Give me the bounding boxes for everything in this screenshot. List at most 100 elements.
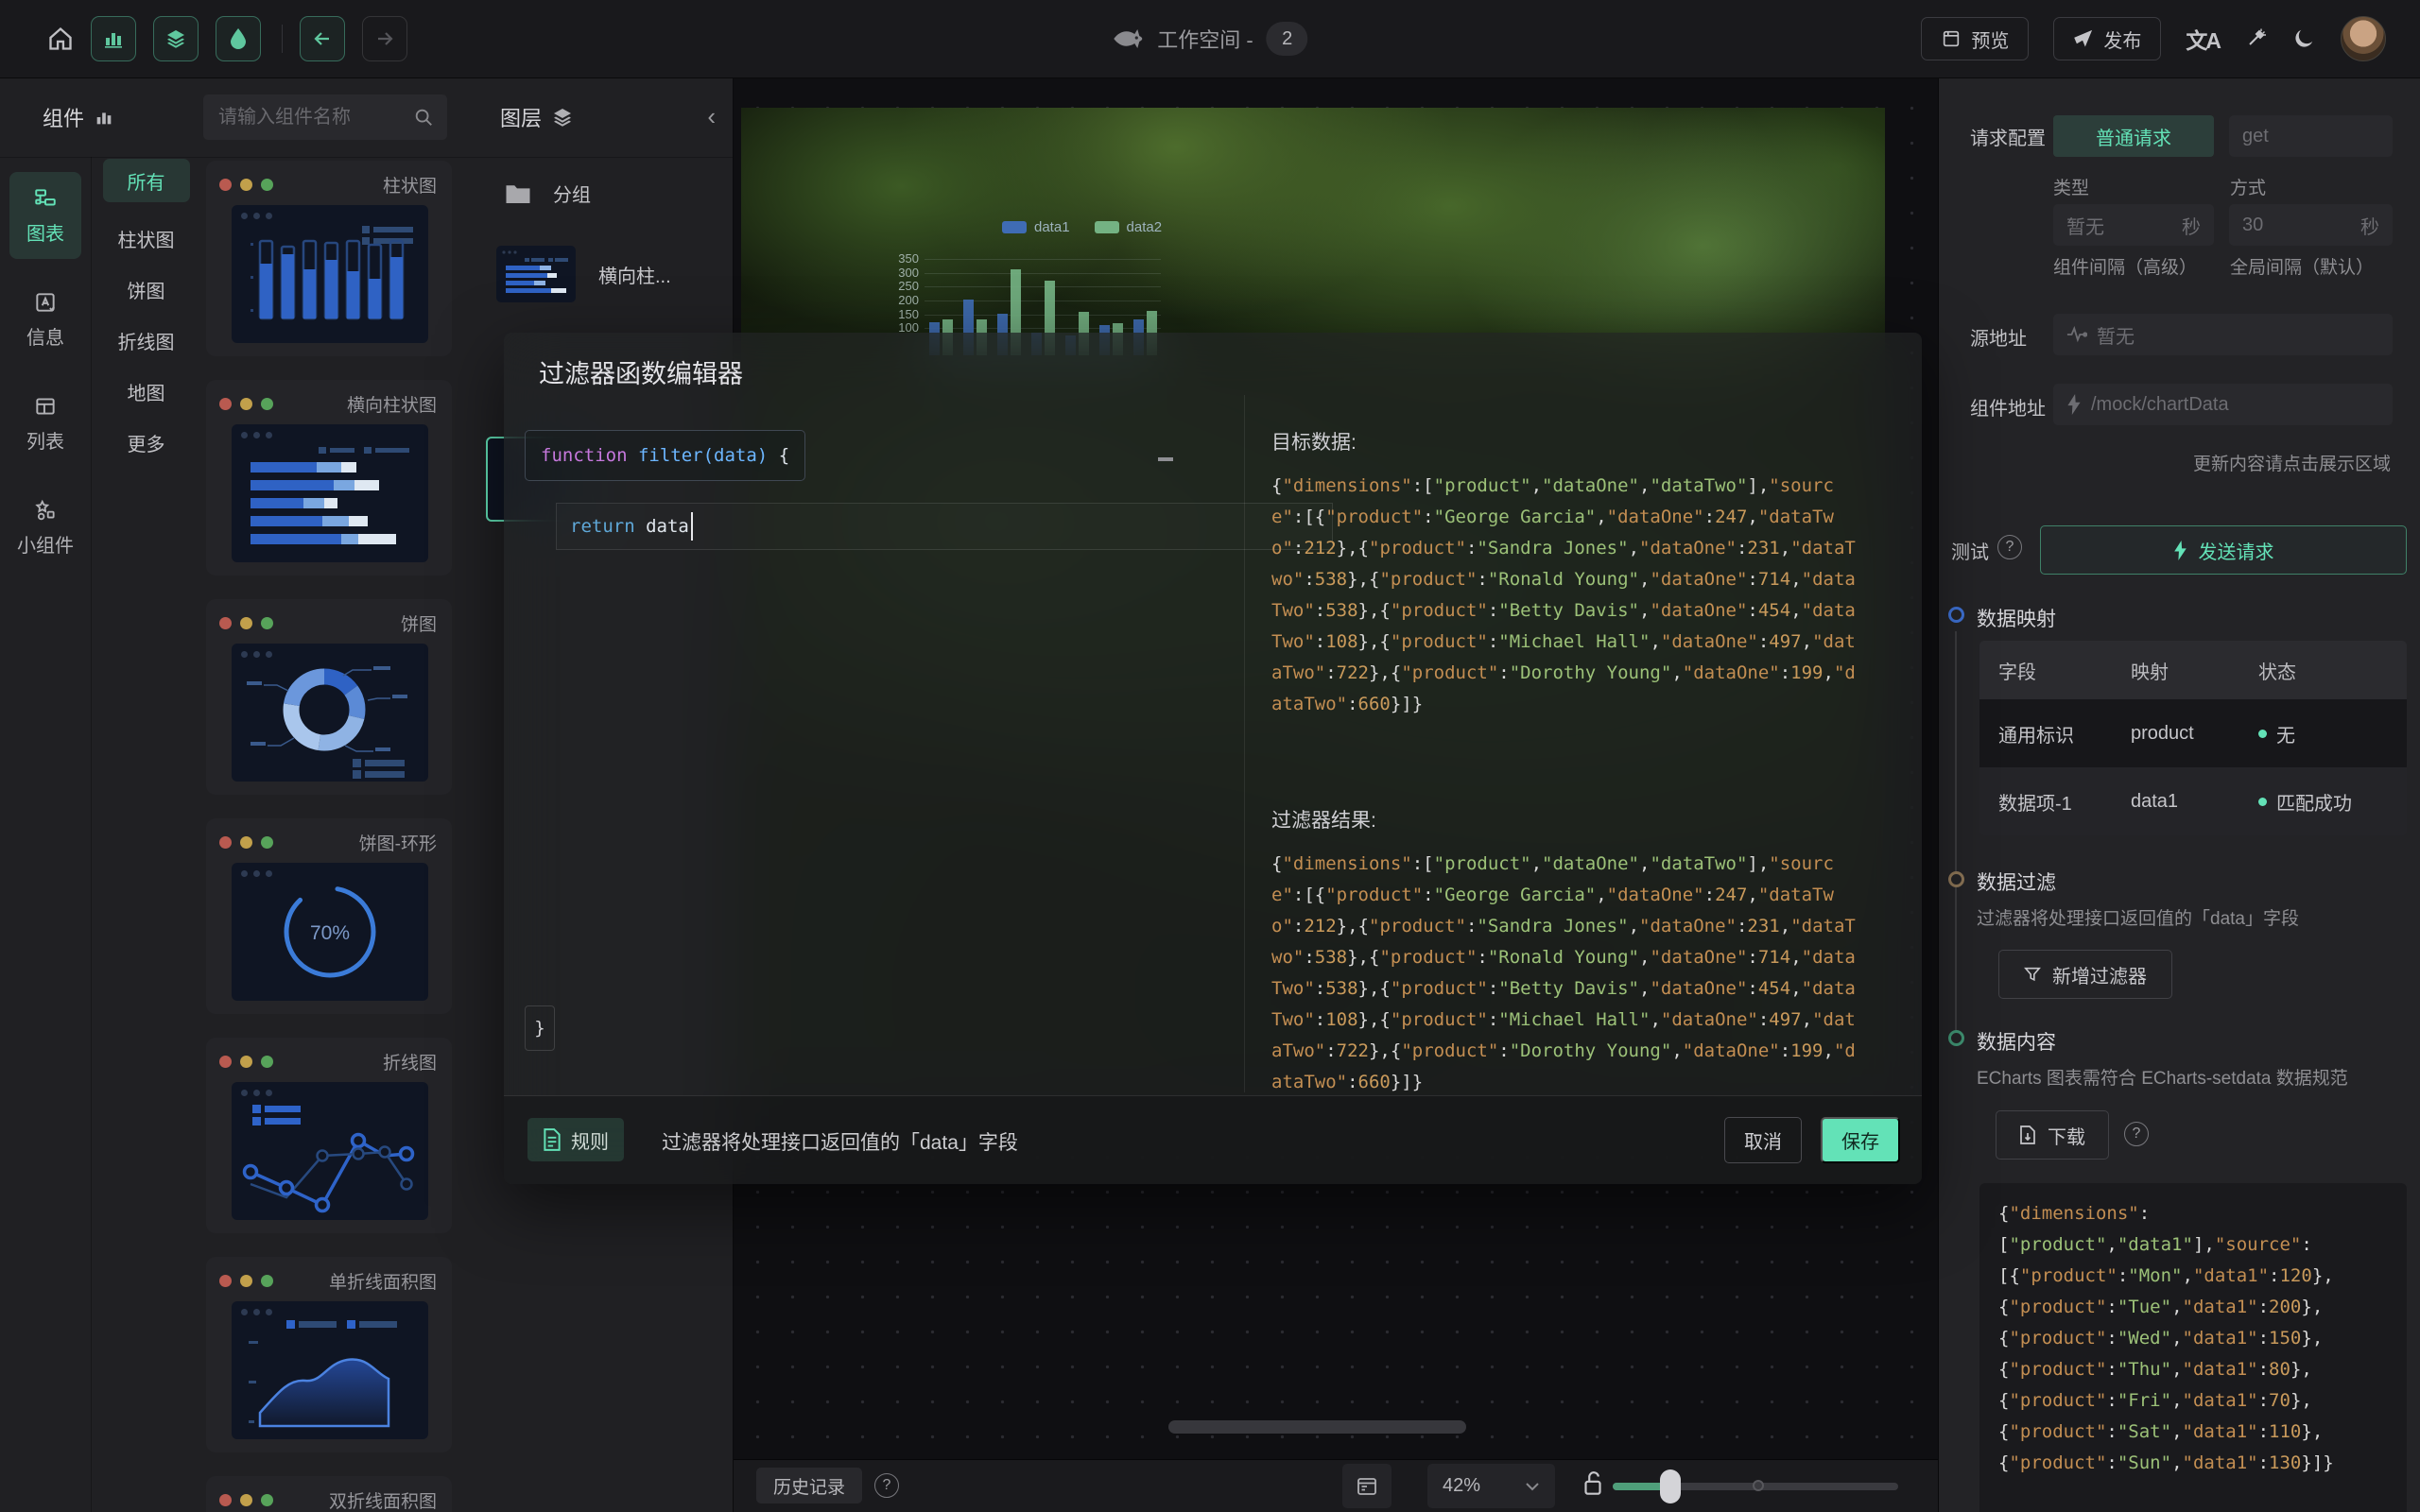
help-icon[interactable]: ?: [2124, 1122, 2149, 1146]
tab-info[interactable]: 信息: [9, 276, 81, 363]
line-chart-thumbnail: [232, 1082, 428, 1220]
send-request-button[interactable]: 发送请求: [2040, 525, 2407, 575]
modal-title: 过滤器函数编辑器: [539, 353, 743, 390]
component-url-input[interactable]: /mock/chartData: [2053, 384, 2393, 425]
code-scrollbar-thumb[interactable]: [1158, 457, 1173, 461]
timeline-dot-filter: [1948, 871, 1964, 887]
add-filter-button[interactable]: 新增过滤器: [1998, 950, 2172, 999]
tab-charts[interactable]: 图表: [9, 172, 81, 259]
code-open-brace: {: [779, 445, 789, 466]
data-content-json-box[interactable]: {"dimensions": ["product","data1"],"sour…: [1979, 1183, 2407, 1512]
component-card-pie[interactable]: 饼图: [206, 599, 452, 795]
save-button[interactable]: 保存: [1821, 1117, 1900, 1163]
component-search-box[interactable]: [203, 94, 447, 140]
category-all[interactable]: 所有: [103, 159, 190, 202]
help-icon[interactable]: ?: [874, 1473, 899, 1498]
detail-list-button[interactable]: [1342, 1464, 1392, 1508]
global-interval-label: 全局间隔（默认）: [2230, 253, 2374, 279]
timeline-dot-content: [1948, 1030, 1964, 1046]
tab-widgets-label: 小组件: [17, 530, 74, 558]
code-return-value: data: [646, 516, 689, 537]
traffic-dots: [219, 1275, 273, 1287]
category-map[interactable]: 地图: [92, 380, 200, 408]
category-line[interactable]: 折线图: [92, 329, 200, 357]
source-url-input[interactable]: 暂无: [2053, 314, 2393, 355]
mapping-table-header: 字段映射状态: [1979, 641, 2407, 699]
method-label: 方式: [2230, 174, 2266, 199]
zoom-slider[interactable]: [1613, 1483, 1898, 1490]
redo-button[interactable]: [362, 16, 407, 61]
workspace-badge[interactable]: 2: [1267, 22, 1308, 56]
fish-icon: [1112, 26, 1144, 52]
layer-group-row[interactable]: 分组: [504, 180, 591, 207]
component-interval-input[interactable]: 暂无秒: [2053, 204, 2214, 246]
layers-icon: [164, 27, 187, 50]
component-card-line[interactable]: 折线图: [206, 1038, 452, 1233]
modal-column-divider: [1244, 395, 1245, 1092]
component-card-list: 柱状图: [206, 161, 452, 1512]
y-tick: 350: [883, 251, 919, 266]
component-card-area2[interactable]: 双折线面积图: [206, 1476, 452, 1512]
y-tick: 250: [883, 279, 919, 293]
toolbar-divider: [282, 25, 283, 53]
component-card-hbar[interactable]: 横向柱状图: [206, 380, 452, 576]
table-row: 通用标识product 无: [1979, 699, 2407, 767]
document-icon: [543, 1128, 562, 1151]
theme-color-icon[interactable]: [2244, 27, 2267, 50]
help-icon[interactable]: ?: [1997, 535, 2022, 559]
component-card-ring[interactable]: 饼图-环形 70%: [206, 818, 452, 1014]
timeline-line: [1955, 631, 1957, 1036]
filter-editor-modal: 过滤器函数编辑器 function filter(data) { return …: [504, 333, 1922, 1184]
code-signature: filter(data): [638, 445, 768, 466]
collapse-layer-panel-icon[interactable]: ‹: [707, 102, 716, 130]
traffic-dots: [219, 836, 273, 849]
zoom-select[interactable]: 42%: [1427, 1464, 1555, 1508]
tab-charts-label: 图表: [26, 218, 64, 246]
category-more[interactable]: 更多: [92, 431, 200, 459]
user-avatar[interactable]: [2341, 16, 2386, 61]
component-search-input[interactable]: [216, 106, 406, 129]
detail-panel-toggle-button[interactable]: [216, 16, 261, 61]
y-tick: 200: [883, 293, 919, 307]
chevron-down-icon: [1525, 1482, 1540, 1491]
category-bar[interactable]: 柱状图: [92, 227, 200, 255]
zoom-slider-thumb[interactable]: [1660, 1469, 1681, 1503]
layer-item-hbar[interactable]: 横向柱...: [496, 246, 671, 302]
filter-result-label: 过滤器结果:: [1271, 805, 1376, 833]
file-download-icon: [2019, 1125, 2036, 1144]
publish-label: 发布: [2103, 26, 2141, 53]
category-pie[interactable]: 饼图: [92, 278, 200, 306]
table-row: 数据项-1data1 匹配成功: [1979, 767, 2407, 835]
language-icon[interactable]: 文A: [2186, 23, 2220, 55]
dark-mode-icon[interactable]: [2291, 26, 2316, 51]
chart-panel-toggle-button[interactable]: [91, 16, 136, 61]
category-list: 所有 柱状图 饼图 折线图 地图 更多: [92, 157, 200, 1512]
component-card-bar[interactable]: 柱状图: [206, 161, 452, 356]
canvas-footer-bar: 历史记录 ? 42%: [733, 1459, 1938, 1512]
undo-button[interactable]: [300, 16, 345, 61]
history-button[interactable]: 历史记录: [756, 1468, 862, 1503]
data-config-panel: 请求配置 普通请求 get 类型 方式 暂无秒 30秒 组件间隔（高级） 全局间…: [1938, 77, 2420, 1512]
request-method-input[interactable]: get: [2229, 115, 2393, 157]
pulse-icon: [2066, 326, 2087, 343]
search-icon[interactable]: [413, 107, 434, 128]
layer-panel-toggle-button[interactable]: [153, 16, 199, 61]
download-button[interactable]: 下载: [1996, 1110, 2109, 1160]
request-type-tag[interactable]: 普通请求: [2053, 115, 2214, 157]
bolt-icon: [2173, 541, 2187, 560]
unlock-icon[interactable]: [1581, 1469, 1605, 1498]
preview-button[interactable]: 预览: [1921, 17, 2029, 60]
code-editor-line[interactable]: return data: [556, 503, 1333, 550]
home-icon[interactable]: [47, 26, 74, 52]
hbar-chart-thumbnail: [232, 424, 428, 562]
funnel-icon: [2024, 966, 2041, 983]
workspace-title-group: 工作空间 - 2: [1112, 0, 1307, 77]
canvas-horizontal-scrollbar[interactable]: [1168, 1420, 1466, 1434]
cancel-button[interactable]: 取消: [1724, 1117, 1802, 1163]
publish-button[interactable]: 发布: [2053, 17, 2161, 60]
component-card-area[interactable]: 单折线面积图: [206, 1257, 452, 1452]
tab-list[interactable]: 列表: [9, 380, 81, 467]
tab-widgets[interactable]: 小组件: [9, 484, 81, 571]
component-panel-title: 组件: [43, 102, 84, 132]
global-interval-input[interactable]: 30秒: [2229, 204, 2393, 246]
